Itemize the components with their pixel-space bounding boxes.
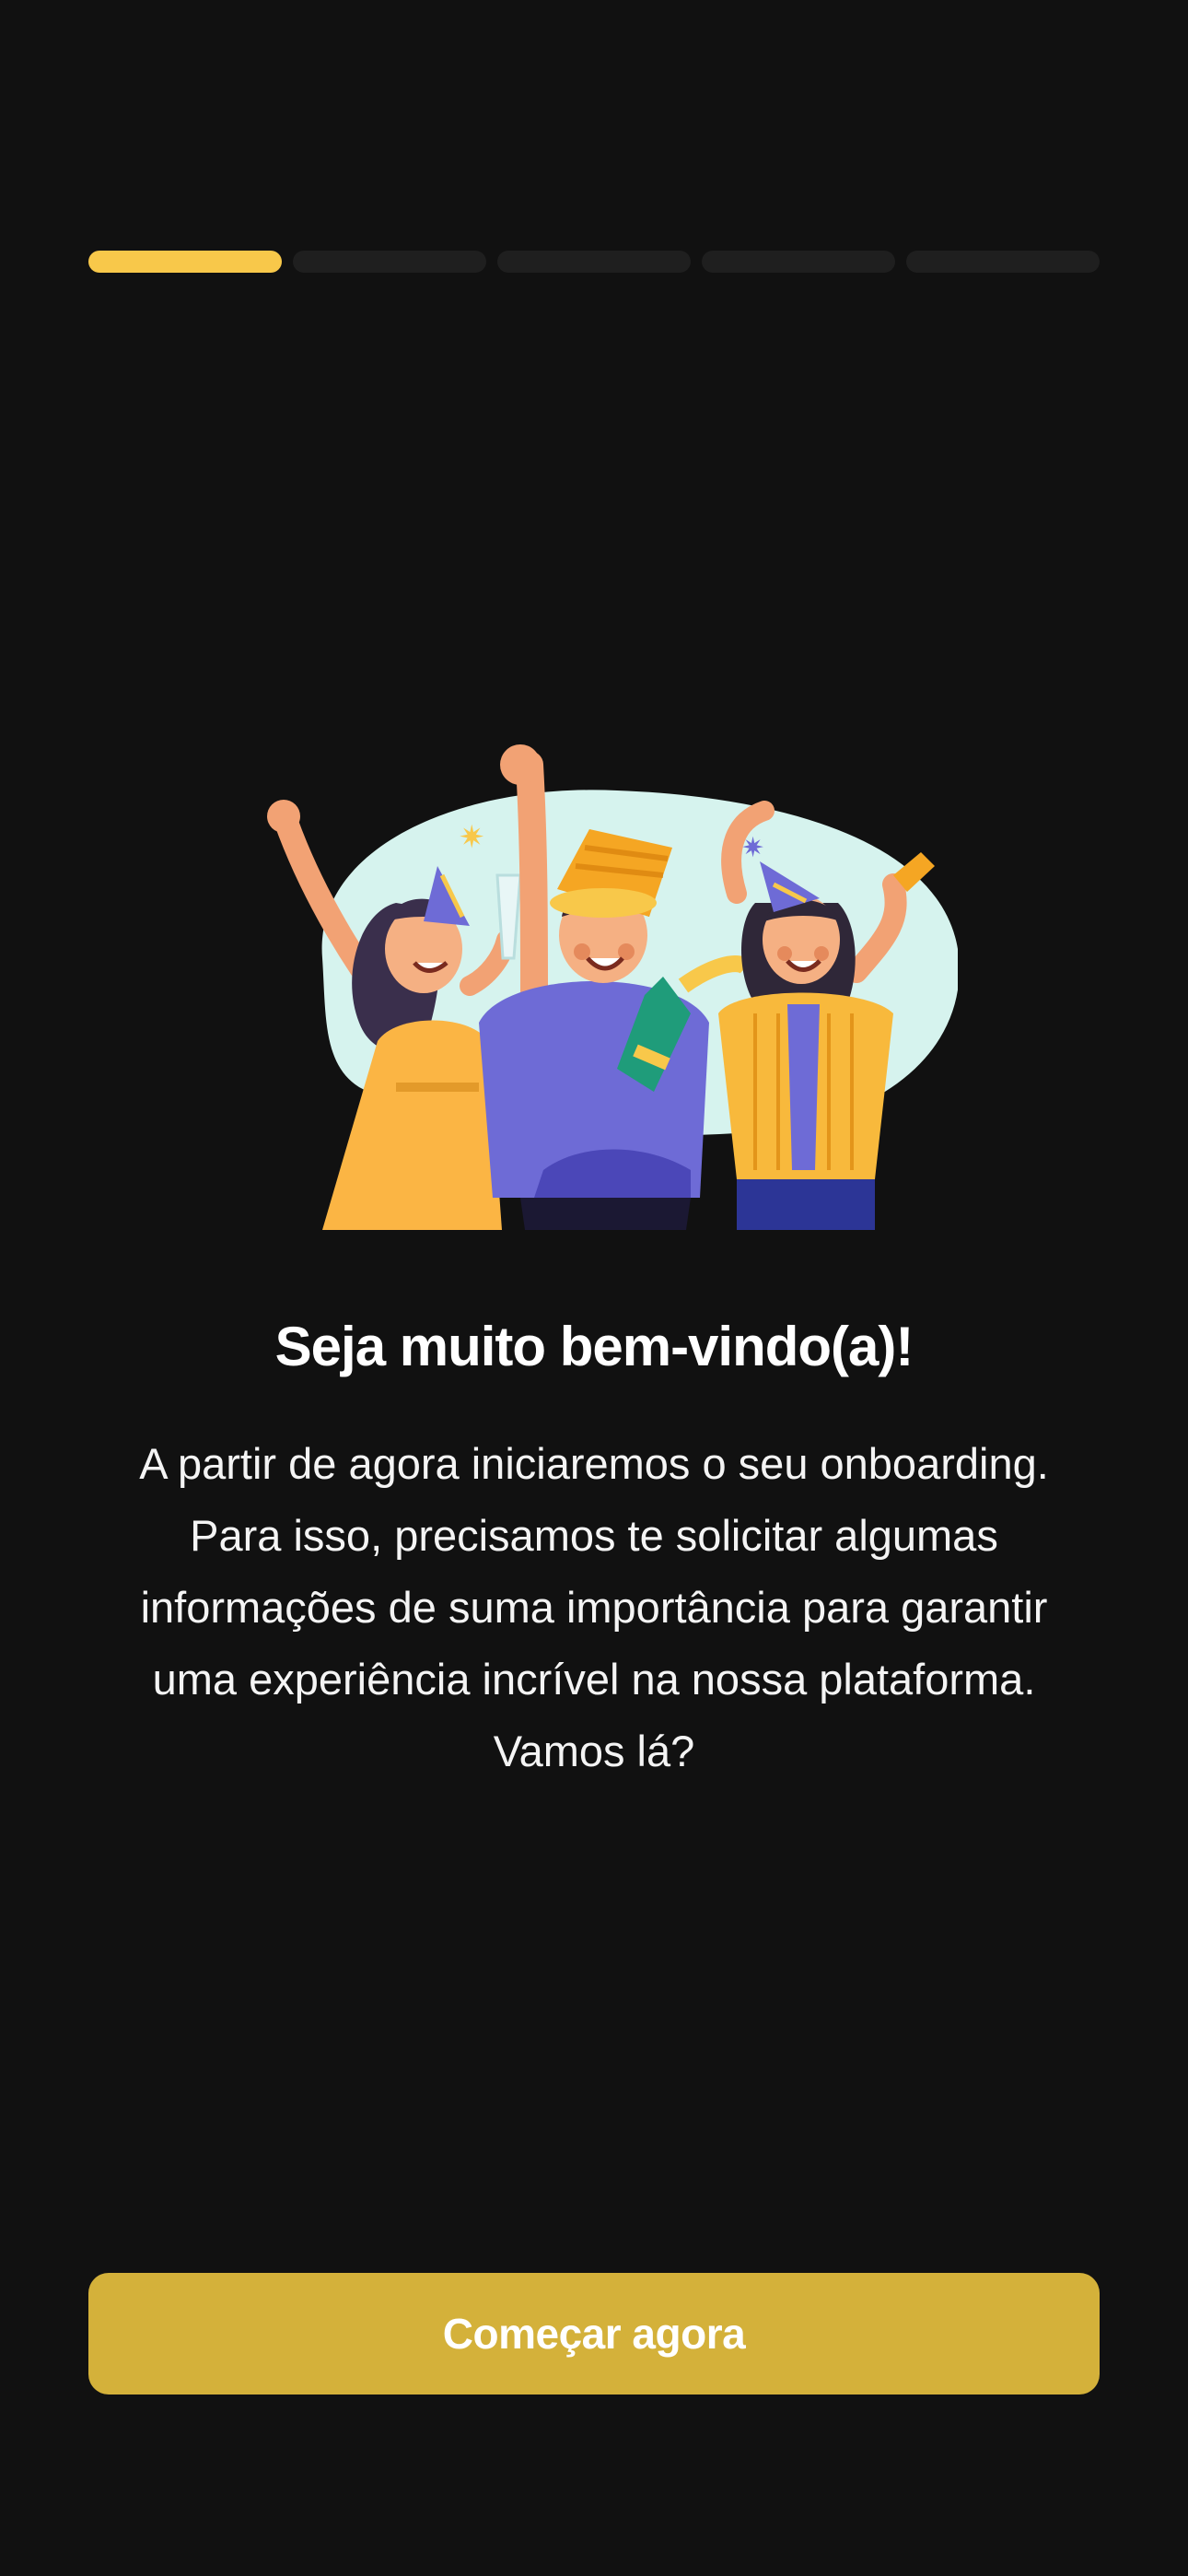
onboarding-progress-bar [88, 251, 1100, 273]
welcome-title: Seja muito bem-vindo(a)! [274, 1316, 914, 1377]
progress-step-1 [88, 251, 282, 273]
celebration-illustration: ✷ ✷ [258, 737, 960, 1235]
progress-step-4 [702, 251, 895, 273]
progress-step-5 [906, 251, 1100, 273]
progress-step-2 [293, 251, 486, 273]
progress-step-3 [497, 251, 691, 273]
welcome-description: A partir de agora iniciaremos o seu onbo… [139, 1439, 1049, 1775]
start-now-button[interactable]: Começar agora [88, 2273, 1100, 2395]
svg-text:✷: ✷ [459, 819, 485, 856]
